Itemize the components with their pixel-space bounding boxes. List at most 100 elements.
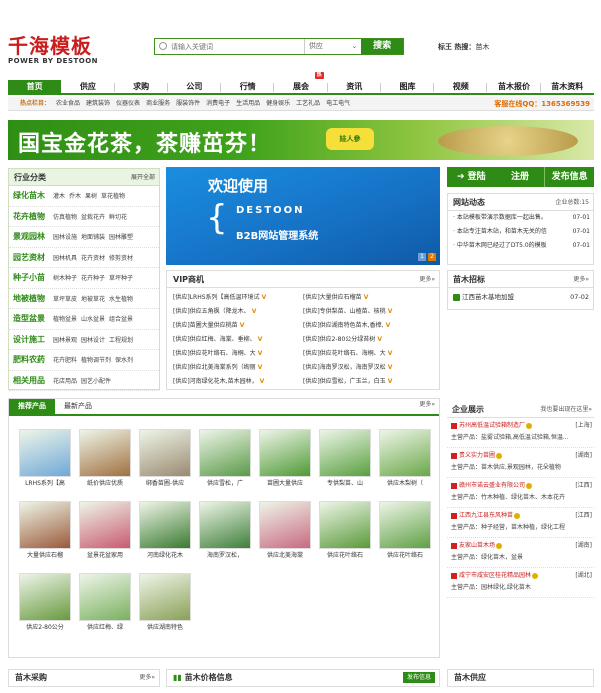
subcategory-link[interactable]: 树木种子 [53, 273, 77, 282]
hot-column-link[interactable]: 建筑装饰 [86, 100, 110, 107]
category-name[interactable]: 景观园林 [13, 231, 53, 242]
subcategory-link[interactable]: 园林景观 [53, 335, 77, 344]
vip-item[interactable]: [供应]供应花叶络石、海桐、大 V [303, 347, 433, 361]
product-item[interactable]: 纸价供应优质 [78, 429, 132, 491]
category-name[interactable]: 花卉植物 [13, 211, 53, 222]
login-button[interactable]: ➔ 登陆 [447, 167, 496, 187]
nav-item-info[interactable]: 苗木资料 [541, 80, 594, 93]
subcategory-link[interactable]: 地面铺装 [81, 232, 105, 241]
subcategory-link[interactable]: 果树 [85, 191, 97, 200]
vip-item[interactable]: [供应]海南罗汉松，海南罗汉松 V [303, 361, 433, 375]
hot-column-link[interactable]: 电工电气 [326, 100, 350, 107]
subcategory-link[interactable]: 乔木 [69, 191, 81, 200]
vip-item[interactable]: [供应]大量供应石榴苗 V [303, 291, 433, 305]
hot-word-link[interactable]: 苗木 [475, 43, 489, 51]
product-item[interactable]: 供应2-80公分 [18, 573, 72, 635]
hot-column-link[interactable]: 农业食品 [56, 100, 80, 107]
subcategory-link[interactable]: 灌木 [53, 191, 65, 200]
category-name[interactable]: 设计施工 [13, 334, 53, 345]
subcategory-link[interactable]: 植物调节剂 [81, 355, 111, 364]
news-item[interactable]: · 本站模板带演示数据库一起出售。 07-01 [448, 211, 593, 225]
join-showcase-link[interactable]: 我也要出现在这里» [540, 402, 592, 418]
subcategory-link[interactable]: 修剪资材 [109, 253, 133, 262]
subcategory-link[interactable]: 花店用品 [53, 376, 77, 385]
company-item[interactable]: 赣州市诺云盛业有限公司 [江西] 主营产品：竹木种植、绿化苗木、木本花卉 [447, 478, 594, 508]
vip-item[interactable]: [供应]供应红梅、海棠、垂柳、 V [173, 333, 303, 347]
product-item[interactable]: 盆景花盆家用 [78, 501, 132, 563]
vip-item[interactable]: [供应]供应雪松，广玉兰，白玉 V [303, 375, 433, 389]
category-name[interactable]: 地被植物 [13, 293, 53, 304]
subcategory-link[interactable]: 花卉肥料 [53, 355, 77, 364]
hot-column-link[interactable]: 工艺礼品 [296, 100, 320, 107]
purchase-more-link[interactable]: 更多» [139, 670, 155, 686]
company-item[interactable]: 贵义实力苗圃 [湖南] 主营产品：苗木供应,景观园林，花朵植物 [447, 448, 594, 478]
subcategory-link[interactable]: 花卉种子 [81, 273, 105, 282]
subcategory-link[interactable]: 园林设计 [81, 335, 105, 344]
subcategory-link[interactable]: 植物盆景 [53, 314, 77, 323]
nav-item-video[interactable]: 视频 [434, 80, 488, 93]
company-item[interactable]: 江西九江县东风种苗 [江西] 主营产品：种子经营，苗木种植，绿化工程 [447, 508, 594, 538]
subcategory-link[interactable]: 园林机具 [53, 253, 77, 262]
category-name[interactable]: 种子小苗 [13, 272, 53, 283]
hot-column-link[interactable]: 消费电子 [206, 100, 230, 107]
vip-item[interactable]: [供应]供应五角枫（降龙木、 V [173, 305, 303, 319]
category-name[interactable]: 造型盆景 [13, 313, 53, 324]
nav-item-gallery[interactable]: 图库 [381, 80, 435, 93]
category-name[interactable]: 绿化苗木 [13, 190, 53, 201]
news-item[interactable]: · 中华苗木网已经过了DT5.0的模板 07-01 [448, 239, 593, 253]
nav-item-expo[interactable]: 展会热 [274, 72, 328, 93]
price-publish-button[interactable]: 发布信息 [402, 672, 435, 683]
search-button[interactable]: 搜索 [361, 39, 403, 54]
tab-recommended[interactable]: 推荐产品 [9, 399, 55, 414]
vip-more-link[interactable]: 更多» [419, 271, 435, 288]
slideshow[interactable]: 欢迎使用 { DESTOON B2B网站管理系统 1 2 [166, 167, 440, 265]
subcategory-link[interactable]: 园艺小配件 [81, 376, 111, 385]
hot-column-link[interactable]: 仪器仪表 [116, 100, 140, 107]
subcategory-link[interactable]: 鲜切花 [109, 212, 127, 221]
search-scope-select[interactable]: 供应 ⌄ [303, 39, 362, 54]
product-item[interactable]: 供应雪松，广 [198, 429, 252, 491]
news-item[interactable]: · 本站专注苗木站，和苗木无关的信 07-01 [448, 225, 593, 239]
subcategory-link[interactable]: 盆栽花卉 [81, 212, 105, 221]
vip-item[interactable]: [供应]供应2-80公分绿苔树 V [303, 333, 433, 347]
vip-item[interactable]: [供应]河南绿化花木,苗木园林， V [173, 375, 303, 389]
hot-column-link[interactable]: 商业服务 [146, 100, 170, 107]
publish-button[interactable]: 发布信息 [544, 167, 595, 187]
product-item[interactable]: 苗圃大量供应 [258, 429, 312, 491]
company-item[interactable]: 苏州高低温试验箱制造厂 [上海] 主营产品：盐雾试验箱,高低温试验箱,恒温... [447, 418, 594, 448]
products-more-link[interactable]: 更多» [419, 399, 435, 408]
search-input[interactable] [155, 39, 304, 54]
nav-item-buy[interactable]: 求购 [115, 80, 168, 93]
slide-page-2[interactable]: 2 [428, 253, 436, 261]
nav-item-price[interactable]: 苗木报价 [487, 80, 541, 93]
tender-item[interactable]: 江西苗木基地加盟 07-02 [448, 288, 593, 306]
company-item[interactable]: 友家山苗木场 [湖南] 主营产品：绿化苗木，盆景 [447, 538, 594, 568]
expand-all-link[interactable]: 展开全部 [131, 169, 155, 186]
product-item[interactable]: 供应花叶络石 [378, 501, 432, 563]
product-item[interactable]: 绑香苗圃-供应 [138, 429, 192, 491]
vip-item[interactable]: [供应]苗圃大量供应桃苗 V [173, 319, 303, 333]
subcategory-link[interactable]: 花卉资材 [81, 253, 105, 262]
nav-item-supply[interactable]: 供应 [61, 80, 115, 93]
subcategory-link[interactable]: 工程规划 [109, 335, 133, 344]
nav-item-news[interactable]: 资讯 [328, 80, 381, 93]
subcategory-link[interactable]: 园林设施 [53, 232, 77, 241]
nav-item-company[interactable]: 公司 [168, 80, 222, 93]
subcategory-link[interactable]: 草坪草皮 [53, 294, 77, 303]
product-item[interactable]: 供应木梨树（ [378, 429, 432, 491]
product-item[interactable]: 供应红梅、绿 [78, 573, 132, 635]
tab-latest[interactable]: 最新产品 [55, 399, 101, 414]
vip-item[interactable]: [供应]LRHS系列【高低温环境试 V [173, 291, 303, 305]
nav-item-market[interactable]: 行情 [221, 80, 275, 93]
site-logo[interactable]: 千海模板 POWER BY DESTOON [8, 30, 128, 66]
subcategory-link[interactable]: 仿真植物 [53, 212, 77, 221]
vip-item[interactable]: [供应]供应湖南特色苗木,香樟, V [303, 319, 433, 333]
product-item[interactable]: 专供梨苗、山 [318, 429, 372, 491]
product-item[interactable]: 河南绿化花木 [138, 501, 192, 563]
tender-more-link[interactable]: 更多» [573, 271, 589, 288]
category-name[interactable]: 相关用品 [13, 375, 53, 386]
hot-column-link[interactable]: 生活用品 [236, 100, 260, 107]
slide-page-1[interactable]: 1 [418, 253, 426, 261]
subcategory-link[interactable]: 水生植物 [109, 294, 133, 303]
hot-column-link[interactable]: 服装饰件 [176, 100, 200, 107]
